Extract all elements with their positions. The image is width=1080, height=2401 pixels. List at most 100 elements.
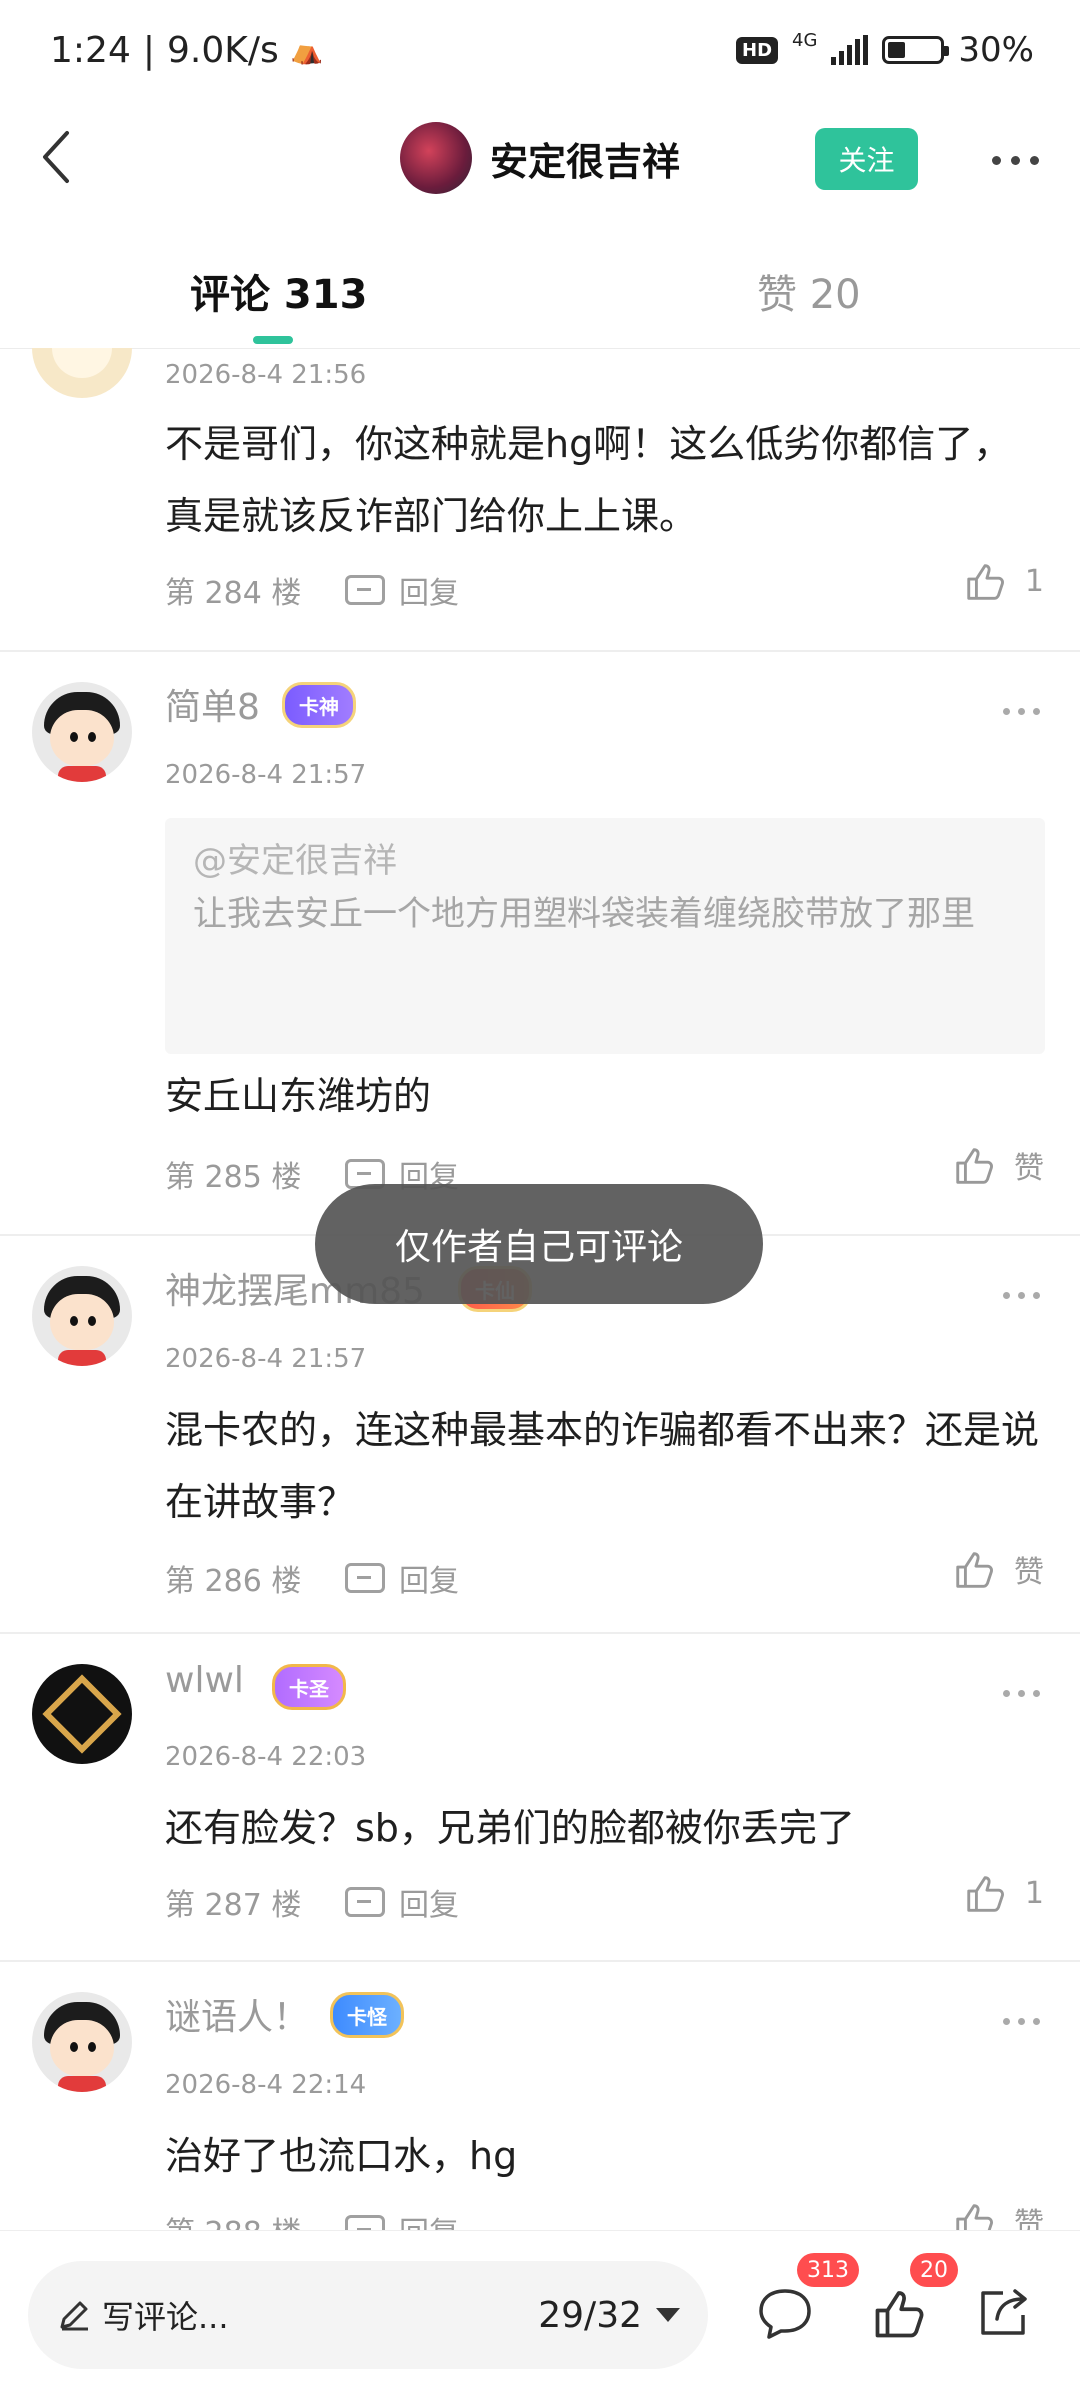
- reply-button[interactable]: 回复: [345, 1880, 459, 1924]
- signal-icon: [831, 35, 869, 65]
- status-speed: 9.0K/s: [166, 30, 279, 71]
- floor-number: 第 284 楼: [165, 576, 302, 611]
- status-time: 1:24: [50, 30, 131, 71]
- floor-number: 第 288 楼: [165, 2208, 301, 2230]
- comment-time: 2026-8-4 21:57: [165, 1344, 367, 1374]
- like-button[interactable]: 1: [963, 558, 1044, 604]
- tab-indicator: [253, 336, 293, 344]
- chevron-left-icon: [43, 131, 69, 183]
- user-avatar[interactable]: [32, 348, 132, 398]
- thumbs-up-icon: [967, 1876, 1004, 1912]
- toast-message: 仅作者自己可评论: [315, 1184, 763, 1304]
- caret-down-icon[interactable]: [656, 2308, 680, 2322]
- more-dot-icon: [1003, 708, 1010, 715]
- reply-button[interactable]: 回复: [345, 568, 459, 612]
- comment-text[interactable]: 还有脸发？sb，兄弟们的脸都被你丢完了: [165, 1792, 1045, 1864]
- floor-number: 第 285 楼: [165, 1160, 302, 1195]
- quoted-comment[interactable]: @安定很吉祥 让我去安丘一个地方用塑料袋装着缠绕胶带放了那里: [165, 818, 1045, 1054]
- more-options-button[interactable]: [980, 140, 1050, 180]
- header: 安定很吉祥 关注: [0, 100, 1080, 220]
- reply-button[interactable]: 回复: [345, 2208, 459, 2230]
- user-avatar[interactable]: [32, 1664, 132, 1764]
- reply-icon: [345, 2215, 385, 2230]
- bottom-bar: 写评论... 29/32 313 20: [0, 2230, 1080, 2401]
- thumbs-up-icon: [956, 1552, 993, 1588]
- author-avatar[interactable]: [400, 122, 472, 194]
- user-avatar[interactable]: [32, 1992, 132, 2092]
- like-button[interactable]: 1: [963, 1870, 1044, 1916]
- floor-number: 第 286 楼: [165, 1564, 302, 1599]
- floor-number: 第 287 楼: [165, 1888, 302, 1923]
- battery-percent: 30%: [958, 30, 1034, 70]
- username[interactable]: 谜语人！: [165, 1988, 309, 2040]
- like-label: 赞: [1014, 1555, 1044, 1590]
- level-badge: 卡怪: [330, 1992, 404, 2038]
- more-dot-icon: [991, 155, 1001, 165]
- like-button[interactable]: 赞: [952, 2198, 1044, 2230]
- network-type: 4G: [792, 30, 818, 51]
- comment-text[interactable]: 不是哥们，你这种就是hg啊！这么低劣你都信了，真是就该反诈部门给你上上课。: [165, 408, 1045, 552]
- like-label: 赞: [1014, 2207, 1044, 2230]
- follow-button[interactable]: 关注: [815, 128, 918, 190]
- like-button[interactable]: 赞: [952, 1546, 1044, 1592]
- reply-icon: [345, 575, 385, 605]
- like-label: 赞: [1014, 1151, 1044, 1186]
- user-avatar[interactable]: [32, 1266, 132, 1366]
- comment-input[interactable]: 写评论... 29/32: [28, 2261, 708, 2369]
- thumbs-up-icon: [956, 2204, 993, 2230]
- reply-icon: [345, 1563, 385, 1593]
- comment-text[interactable]: 治好了也流口水，hg: [165, 2120, 1045, 2192]
- tab-comments[interactable]: 评论 313: [190, 262, 367, 320]
- username[interactable]: wlwl: [165, 1660, 244, 1701]
- comment-text[interactable]: 混卡农的，连这种最基本的诈骗都看不出来？还是说在讲故事？: [165, 1394, 1045, 1538]
- thumbs-up-icon: [875, 2291, 924, 2338]
- divider: [0, 650, 1080, 652]
- comment-time: 2026-8-4 21:57: [165, 760, 367, 790]
- comments-button[interactable]: 313: [755, 2253, 859, 2343]
- status-divider: |: [142, 30, 155, 71]
- comment-placeholder: 写评论...: [102, 2298, 229, 2336]
- comment-time: 2026-8-4 22:03: [165, 1742, 367, 1772]
- tab-bar: 评论 313 赞 20: [0, 240, 1080, 349]
- reply-icon: [345, 1887, 385, 1917]
- comment-more-button[interactable]: [1003, 1690, 1040, 1697]
- reply-button[interactable]: 回复: [345, 1556, 459, 1600]
- notification-icon: ⛺: [290, 35, 324, 66]
- author-name[interactable]: 安定很吉祥: [490, 131, 680, 186]
- reply-label: 回复: [399, 1888, 459, 1923]
- more-dot-icon: [1003, 1690, 1010, 1697]
- user-avatar[interactable]: [32, 682, 132, 782]
- level-badge: 卡神: [282, 682, 356, 728]
- share-button[interactable]: [973, 2283, 1033, 2343]
- like-post-button[interactable]: 20: [870, 2253, 958, 2343]
- like-button[interactable]: 赞: [952, 1142, 1044, 1188]
- comment-bubble-icon: [759, 2289, 811, 2339]
- more-dot-icon: [1003, 2018, 1010, 2025]
- comment-more-button[interactable]: [1003, 1292, 1040, 1299]
- comment-time: 2026-8-4 22:14: [165, 2070, 367, 2100]
- author-info[interactable]: 安定很吉祥: [400, 122, 680, 194]
- back-button[interactable]: [22, 122, 92, 192]
- reply-label: 回复: [399, 1564, 459, 1599]
- tab-likes[interactable]: 赞 20: [757, 262, 861, 320]
- comment-text[interactable]: 安丘山东潍坊的: [165, 1060, 1045, 1132]
- thumbs-up-icon: [956, 1148, 993, 1184]
- comment-time: 2026-8-4 21:56: [165, 360, 367, 390]
- share-icon: [981, 2289, 1027, 2335]
- comment-more-button[interactable]: [1003, 708, 1040, 715]
- thumbs-up-icon: [967, 564, 1004, 600]
- battery-icon: [882, 36, 950, 64]
- more-dot-icon: [1003, 1292, 1010, 1299]
- level-badge: 卡圣: [272, 1664, 346, 1710]
- reply-label: 回复: [399, 576, 459, 611]
- username[interactable]: 简单8: [165, 678, 260, 730]
- divider: [0, 1960, 1080, 1962]
- like-count: 1: [1024, 1875, 1044, 1911]
- pencil-icon: [60, 2301, 88, 2331]
- reply-label: 回复: [399, 2208, 459, 2230]
- comment-more-button[interactable]: [1003, 2018, 1040, 2025]
- divider: [0, 1632, 1080, 1634]
- status-bar: 1:24 | 9.0K/s ⛺ HD 4G 30%: [0, 0, 1080, 100]
- like-count-badge: 20: [910, 2253, 958, 2287]
- page-indicator[interactable]: 29/32: [538, 2295, 642, 2336]
